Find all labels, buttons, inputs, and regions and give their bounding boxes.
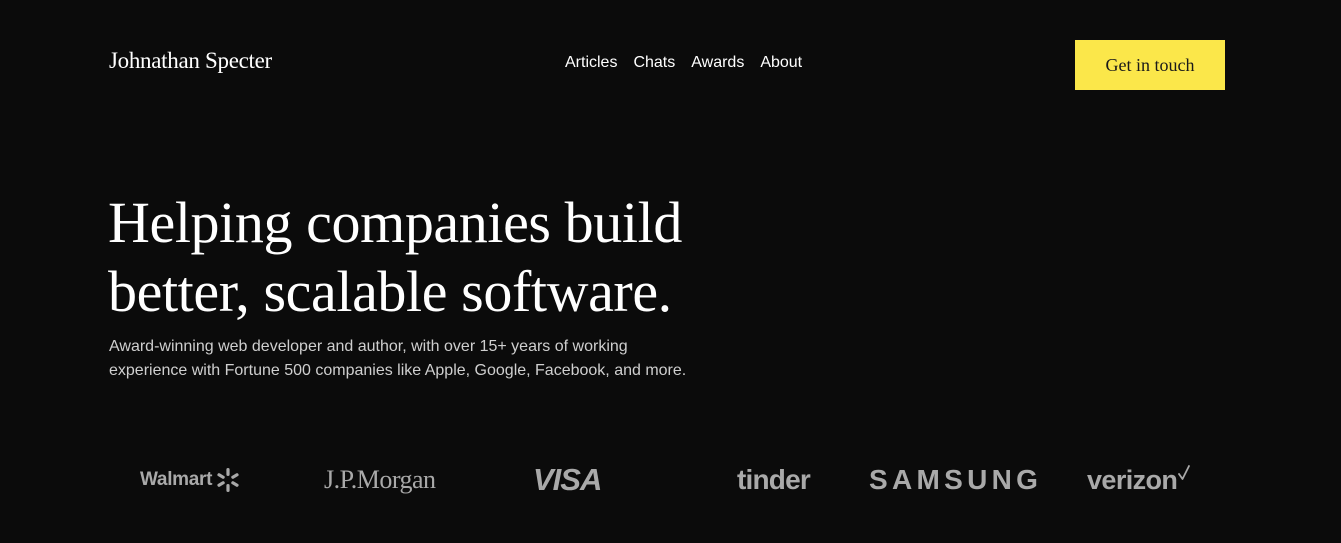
nav-link-about[interactable]: About <box>760 54 802 72</box>
main-nav: Articles Chats Awards About <box>565 54 802 72</box>
hero-headline: Helping companies build better, scalable … <box>108 188 682 326</box>
logo-samsung-wordmark: SAMSUNG <box>869 464 1043 495</box>
brand-logo[interactable]: Johnathan Specter <box>109 48 272 74</box>
nav-link-chats[interactable]: Chats <box>633 54 675 72</box>
client-logos: Walmart J.P.Morgan VISA tinder SAMSUNG v… <box>0 455 1341 505</box>
logo-jpmorgan: J.P.Morgan <box>324 455 436 505</box>
hero-headline-line-2: better, scalable software. <box>108 259 672 324</box>
logo-samsung: SAMSUNG <box>869 455 1042 505</box>
logo-verizon: verizon <box>1087 455 1191 505</box>
logo-jpmorgan-wordmark: J.P.Morgan <box>324 465 436 494</box>
logo-verizon-wordmark: verizon <box>1087 464 1178 495</box>
logo-walmart: Walmart <box>140 455 241 505</box>
logo-tinder: tinder <box>737 455 811 505</box>
hero-headline-line-1: Helping companies build <box>108 190 682 255</box>
nav-link-awards[interactable]: Awards <box>691 54 744 72</box>
logo-visa: VISA <box>533 455 602 505</box>
logo-visa-wordmark: VISA <box>533 462 602 497</box>
logo-walmart-wordmark: Walmart <box>140 469 213 490</box>
logo-tinder-wordmark: tinder <box>737 464 811 495</box>
hero-subtext: Award-winning web developer and author, … <box>109 338 687 379</box>
nav-link-articles[interactable]: Articles <box>565 54 617 72</box>
verizon-check-icon <box>1178 465 1191 480</box>
walmart-spark-icon <box>217 468 239 492</box>
get-in-touch-button[interactable]: Get in touch <box>1075 40 1225 90</box>
